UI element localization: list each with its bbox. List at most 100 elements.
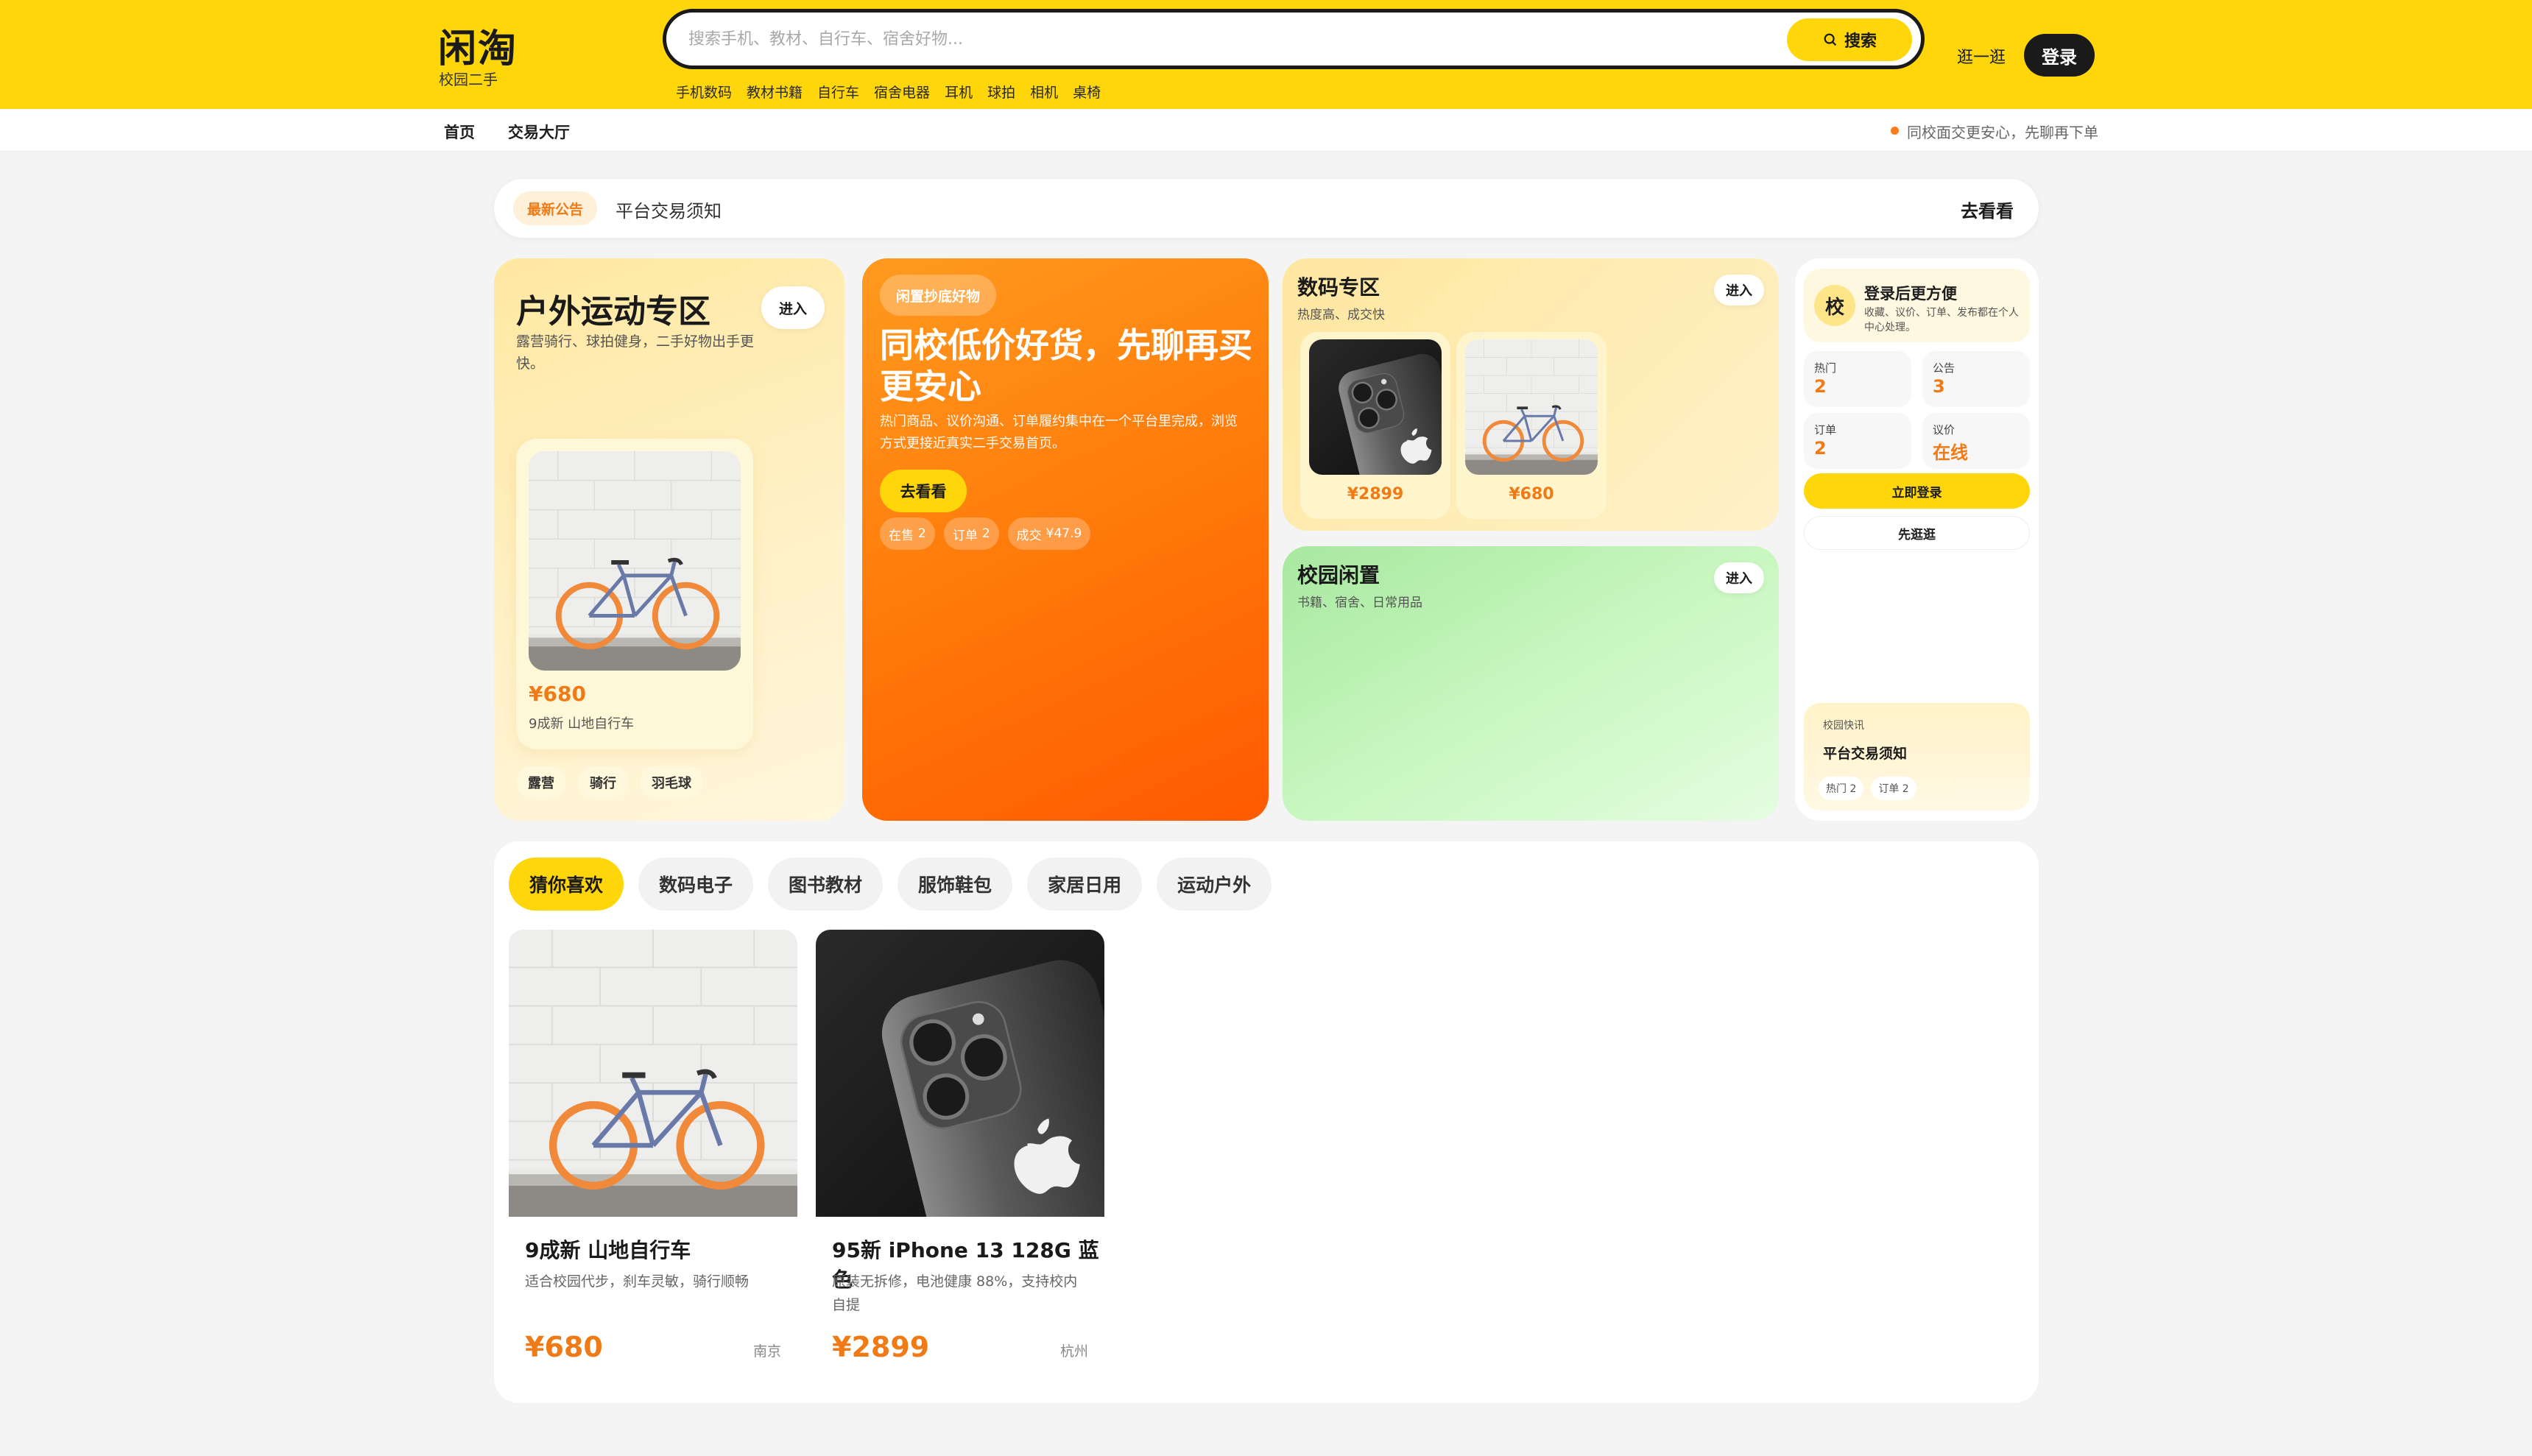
login-panel-title: 登录后更方便 [1864,285,1957,303]
announcement-bar: 最新公告 平台交易须知 去看看 [494,179,2039,238]
nav-home[interactable]: 首页 [444,121,475,143]
hot-search-tags: 手机数码 教材书籍 自行车 宿舍电器 耳机 球拍 相机 桌椅 [676,82,1101,102]
search-bar: 搜索 [663,9,1925,69]
hot-tag-earphones[interactable]: 耳机 [945,82,973,102]
announcement-text[interactable]: 平台交易须知 [616,197,722,222]
stat-label: 公告 [1933,361,1956,375]
campus-enter-button[interactable]: 进入 [1714,562,1764,593]
safety-tip: 同校面交更安心，先聊再下单 [1907,124,2098,141]
stat-value: 2 [1814,438,1827,459]
browse-first-button[interactable]: 先逛逛 [1804,516,2030,550]
tag-camping[interactable]: 露营 [516,766,566,799]
announcement-go-link[interactable]: 去看看 [1961,197,2014,222]
promo-go-button[interactable]: 去看看 [880,470,967,512]
promo-stats: 在售 2 订单 2 成交 ¥47.9 [880,517,1091,550]
campus-idle-card[interactable]: 校园闲置 书籍、宿舍、日常用品 进入 [1283,546,1779,821]
stat-label: 在售 [889,528,914,543]
product-price: ¥2899 [832,1331,930,1363]
outdoor-tag-row: 露营 骑行 羽毛球 [516,766,703,799]
campus-news-kicker: 校园快讯 [1823,720,1864,732]
digital-product-price: ¥2899 [1347,485,1404,503]
promo-banner: 闲置抄底好物 同校低价好货，先聊再买更安心 热门商品、议价沟通、订单履约集中在一… [862,258,1269,821]
campus-idle-desc: 书籍、宿舍、日常用品 [1297,596,1422,610]
avatar: 校 [1814,285,1855,326]
search-input[interactable] [688,23,1682,55]
tab-books[interactable]: 图书教材 [768,858,884,911]
campus-news-title: 平台交易须知 [1823,746,1908,762]
hot-tag-phones[interactable]: 手机数码 [676,82,732,102]
news-tag-hot: 热门 2 [1819,777,1864,800]
stat-value: 2 [981,526,990,541]
outdoor-product-price: ¥680 [529,682,586,706]
stat-value: ¥47.9 [1045,526,1082,541]
digital-product-price: ¥680 [1509,485,1554,503]
stat-bargain[interactable]: 议价 在线 [1922,413,2030,469]
tag-badminton[interactable]: 羽毛球 [640,766,703,799]
bicycle-image [1465,339,1598,475]
stat-label: 订单 [952,528,978,543]
hot-tag-bicycle[interactable]: 自行车 [817,82,859,102]
logo-title[interactable]: 闲淘 [438,18,518,73]
campus-news-tags: 热门 2 订单 2 [1819,777,1916,800]
news-tag-orders: 订单 2 [1871,777,1916,800]
product-card[interactable]: 9成新 山地自行车 适合校园代步，刹车灵敏，骑行顺畅 ¥680 南京 [509,930,797,1364]
stat-deals: 成交 ¥47.9 [1007,517,1091,550]
hot-tag-furniture[interactable]: 桌椅 [1073,82,1101,102]
outdoor-product-name: 9成新 山地自行车 [529,716,635,732]
login-panel-subtitle: 收藏、议价、订单、发布都在个人中心处理。 [1864,307,2019,333]
stat-value: 在线 [1933,442,1968,463]
login-panel-header: 校 登录后更方便 收藏、议价、订单、发布都在个人中心处理。 [1804,269,2030,342]
nav-trading-hall[interactable]: 交易大厅 [508,121,570,143]
product-name: 9成新 山地自行车 [525,1238,691,1262]
stat-hot[interactable]: 热门 2 [1804,351,1911,407]
tab-digital[interactable]: 数码电子 [638,858,754,911]
digital-enter-button[interactable]: 进入 [1714,275,1764,305]
announcement-tag: 最新公告 [513,191,597,225]
hot-tag-racket[interactable]: 球拍 [987,82,1015,102]
stat-value: 3 [1933,376,1945,397]
tab-guess-you-like[interactable]: 猜你喜欢 [509,858,624,911]
product-city: 杭州 [1059,1343,1088,1360]
digital-product-bike[interactable]: ¥680 [1456,332,1607,519]
product-desc: 适合校园代步，刹车灵敏，骑行顺畅 [525,1273,750,1290]
product-price: ¥680 [525,1331,603,1363]
stat-label: 成交 [1016,528,1042,543]
stat-orders: 订单 2 [943,517,999,550]
digital-zone-title: 数码专区 [1297,275,1380,300]
login-now-button[interactable]: 立即登录 [1804,473,2030,509]
outdoor-zone-card[interactable]: 户外运动专区 进入 露营骑行、球拍健身，二手好物出手更快。 ¥680 9成新 山… [494,258,844,821]
tab-clothing[interactable]: 服饰鞋包 [898,858,1013,911]
promo-title: 同校低价好货，先聊再买更安心 [880,325,1252,406]
hot-tag-camera[interactable]: 相机 [1030,82,1058,102]
tab-home[interactable]: 家居日用 [1027,858,1143,911]
stat-notices[interactable]: 公告 3 [1922,351,2030,407]
search-button[interactable]: 搜索 [1787,18,1912,61]
outdoor-zone-desc: 露营骑行、球拍健身，二手好物出手更快。 [516,333,755,372]
stat-label: 议价 [1933,423,1956,437]
outdoor-product-card[interactable]: ¥680 9成新 山地自行车 [516,439,753,749]
recommend-feed: 猜你喜欢 数码电子 图书教材 服饰鞋包 家居日用 运动户外 9成新 山地自行车 … [494,841,2039,1403]
tag-cycling[interactable]: 骑行 [578,766,628,799]
bicycle-image [529,451,741,671]
login-panel: 校 登录后更方便 收藏、议价、订单、发布都在个人中心处理。 热门 2 公告 3 … [1795,258,2039,821]
notice-dot-icon [1891,127,1899,135]
search-icon [1824,33,1837,46]
category-tabs: 猜你喜欢 数码电子 图书教材 服饰鞋包 家居日用 运动户外 [509,858,1272,911]
hot-tag-textbooks[interactable]: 教材书籍 [747,82,803,102]
campus-news-card[interactable]: 校园快讯 平台交易须知 热门 2 订单 2 [1804,703,2030,810]
login-button[interactable]: 登录 [2024,34,2095,77]
hot-tag-dorm-appliance[interactable]: 宿舍电器 [874,82,930,102]
digital-zone-card[interactable]: 数码专区 热度高、成交快 进入 ¥2899 ¥680 [1283,258,1779,531]
search-button-label: 搜索 [1844,32,1877,51]
digital-product-phone[interactable]: ¥2899 [1300,332,1450,519]
sub-navigation [0,109,2532,152]
logo-subtitle: 校园二手 [439,71,498,88]
tab-outdoor[interactable]: 运动户外 [1157,858,1272,911]
product-desc: 原装无拆修，电池健康 88%，支持校内自提 [832,1273,1078,1313]
product-card[interactable]: 95新 iPhone 13 128G 蓝色 原装无拆修，电池健康 88%，支持校… [816,930,1104,1364]
stat-label: 订单 [1814,423,1837,437]
stat-label: 热门 [1814,361,1837,375]
stroll-link[interactable]: 逛一逛 [1957,44,2006,68]
outdoor-enter-button[interactable]: 进入 [761,286,825,329]
stat-orders[interactable]: 订单 2 [1804,413,1911,469]
